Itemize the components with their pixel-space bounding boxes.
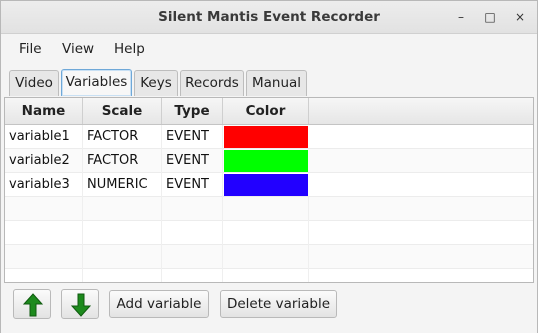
cell-name: variable1	[5, 125, 83, 149]
empty-row	[5, 221, 533, 245]
empty-row	[5, 197, 533, 221]
table-row[interactable]: variable2 FACTOR EVENT	[5, 149, 533, 173]
tab-records[interactable]: Records	[180, 70, 244, 96]
cell-scale: NUMERIC	[83, 173, 162, 197]
empty-row	[5, 245, 533, 269]
column-header-color[interactable]: Color	[223, 98, 309, 124]
column-divider	[161, 197, 162, 282]
menu-view[interactable]: View	[62, 41, 94, 57]
add-variable-button[interactable]: Add variable	[109, 290, 209, 318]
variables-table[interactable]: Name Scale Type Color variable1 FACTOR E…	[4, 97, 534, 283]
menu-bar: File View Help	[1, 34, 537, 63]
cell-type: EVENT	[162, 149, 223, 173]
color-swatch[interactable]	[224, 126, 308, 148]
cell-name: variable3	[5, 173, 83, 197]
app-window: Silent Mantis Event Recorder – □ × File …	[0, 0, 538, 333]
table-row[interactable]: variable1 FACTOR EVENT	[5, 125, 533, 149]
cell-scale: FACTOR	[83, 149, 162, 173]
column-header-scale[interactable]: Scale	[83, 98, 162, 124]
tab-keys[interactable]: Keys	[134, 70, 178, 96]
close-icon[interactable]: ×	[512, 9, 528, 25]
empty-row	[5, 269, 533, 282]
delete-variable-button[interactable]: Delete variable	[220, 290, 337, 318]
tab-manual[interactable]: Manual	[246, 70, 307, 96]
button-bar: Add variable Delete variable	[1, 283, 537, 333]
color-swatch[interactable]	[224, 174, 308, 196]
tab-video[interactable]: Video	[9, 70, 59, 96]
down-arrow-icon	[71, 293, 91, 317]
column-divider	[222, 197, 223, 282]
tab-variables[interactable]: Variables	[61, 69, 132, 96]
column-header-name[interactable]: Name	[5, 98, 83, 124]
table-header: Name Scale Type Color	[5, 98, 533, 125]
column-divider	[308, 197, 309, 282]
cell-type: EVENT	[162, 173, 223, 197]
table-row[interactable]: variable3 NUMERIC EVENT	[5, 173, 533, 197]
cell-name: variable2	[5, 149, 83, 173]
menu-help[interactable]: Help	[114, 41, 145, 57]
minimize-icon[interactable]: –	[453, 9, 469, 25]
maximize-icon[interactable]: □	[482, 9, 498, 25]
menu-file[interactable]: File	[19, 41, 42, 57]
move-down-button[interactable]	[61, 289, 99, 319]
column-header-type[interactable]: Type	[162, 98, 223, 124]
title-bar[interactable]: Silent Mantis Event Recorder – □ ×	[1, 1, 537, 34]
color-swatch[interactable]	[224, 150, 308, 172]
cell-type: EVENT	[162, 125, 223, 149]
column-divider	[82, 197, 83, 282]
move-up-button[interactable]	[13, 289, 51, 319]
tab-bar: Video Variables Keys Records Manual	[1, 63, 537, 97]
cell-scale: FACTOR	[83, 125, 162, 149]
up-arrow-icon	[23, 293, 43, 317]
